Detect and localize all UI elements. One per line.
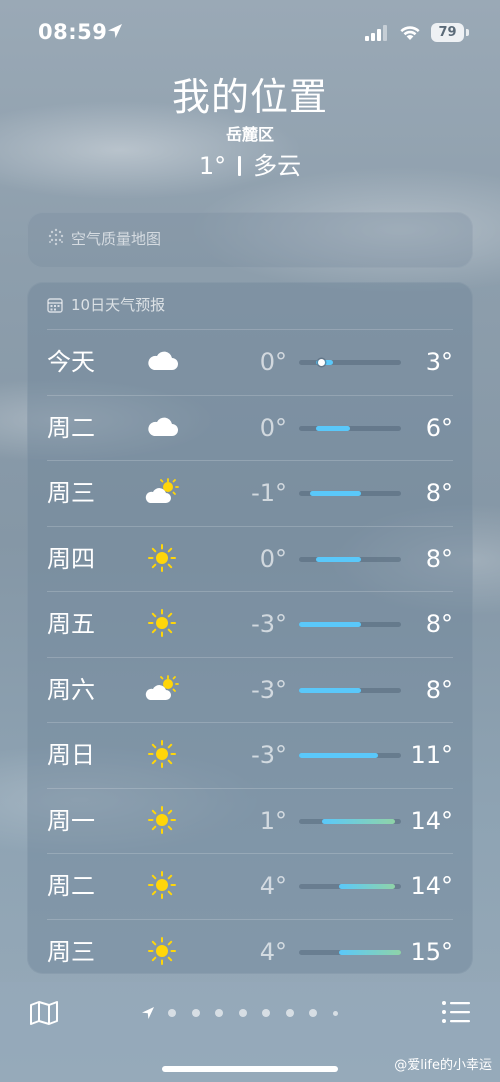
cellular-signal-icon bbox=[365, 25, 387, 41]
temperature-range-bar bbox=[316, 425, 350, 431]
forecast-row[interactable]: 周二 0° 6° bbox=[47, 394, 453, 461]
temperature-range-bar bbox=[316, 556, 362, 562]
high-temperature: 15° bbox=[410, 937, 453, 966]
forecast-title: 10日天气预报 bbox=[71, 296, 166, 314]
high-temperature: 8° bbox=[425, 610, 453, 638]
day-label: 周三 bbox=[47, 479, 95, 507]
temperature-range-bar bbox=[299, 622, 362, 627]
page-indicator[interactable] bbox=[140, 1004, 370, 1022]
air-quality-map-label: 空气质量地图 bbox=[71, 230, 162, 248]
page-dot[interactable] bbox=[262, 1009, 270, 1017]
day-label: 周一 bbox=[47, 806, 95, 835]
wifi-icon bbox=[400, 26, 420, 40]
day-label: 周二 bbox=[47, 872, 95, 900]
day-label: 周日 bbox=[47, 741, 95, 769]
battery-nub bbox=[466, 29, 469, 36]
forecast-row[interactable]: 周日 -3° 11° bbox=[47, 722, 453, 788]
page-dot[interactable] bbox=[309, 1009, 317, 1017]
forecast-row[interactable]: 周四 0° 8° bbox=[47, 525, 453, 592]
current-condition: 多云 bbox=[253, 152, 302, 180]
high-temperature: 3° bbox=[425, 348, 453, 376]
high-temperature: 14° bbox=[410, 806, 453, 835]
partly-cloudy-icon bbox=[145, 477, 179, 507]
watermark-text: @爱life的小幸运 bbox=[394, 1058, 492, 1073]
forecast-row[interactable]: 周三 4° 15° bbox=[47, 918, 453, 985]
calendar-icon bbox=[47, 298, 63, 313]
low-temperature: 1° bbox=[259, 806, 287, 835]
sunny-icon bbox=[145, 608, 179, 638]
partly-cloudy-icon bbox=[145, 674, 179, 704]
day-label: 周四 bbox=[47, 544, 95, 573]
location-header: 我的位置 岳麓区 1° 多云 bbox=[0, 70, 500, 184]
home-indicator[interactable] bbox=[162, 1066, 338, 1072]
status-time: 08:59 bbox=[38, 20, 108, 44]
page-dot[interactable] bbox=[332, 1010, 338, 1016]
location-arrow-icon bbox=[108, 24, 122, 38]
temperature-range-bar bbox=[299, 687, 362, 693]
high-temperature: 8° bbox=[425, 544, 453, 573]
forecast-row[interactable]: 周三 -1° 8° bbox=[47, 460, 453, 526]
sunny-icon bbox=[145, 739, 179, 769]
forecast-row[interactable]: 今天 0° 3° bbox=[47, 329, 453, 395]
sunny-icon bbox=[145, 936, 179, 966]
temperature-range-bar bbox=[299, 753, 379, 758]
page-dot[interactable] bbox=[238, 1009, 247, 1017]
day-label: 今天 bbox=[47, 348, 95, 376]
page-dot[interactable] bbox=[215, 1009, 223, 1017]
low-temperature: -3° bbox=[251, 675, 287, 704]
list-icon[interactable] bbox=[441, 1000, 471, 1024]
low-temperature: -1° bbox=[251, 479, 287, 507]
day-label: 周五 bbox=[47, 610, 95, 638]
low-temperature: -3° bbox=[251, 741, 287, 769]
air-quality-map-card[interactable]: 空气质量地图 bbox=[27, 212, 473, 268]
day-label: 周三 bbox=[47, 937, 95, 966]
sunny-icon bbox=[145, 870, 179, 900]
high-temperature: 8° bbox=[425, 479, 453, 507]
high-temperature: 6° bbox=[425, 413, 453, 442]
sunny-icon bbox=[145, 543, 179, 573]
page-dot[interactable] bbox=[168, 1009, 176, 1017]
current-summary: 1° 多云 bbox=[0, 148, 500, 184]
cloudy-icon bbox=[145, 346, 179, 376]
low-temperature: 0° bbox=[259, 348, 287, 376]
low-temperature: 4° bbox=[259, 872, 287, 900]
status-bar: 08:59 79 bbox=[0, 0, 500, 66]
high-temperature: 8° bbox=[425, 675, 453, 704]
high-temperature: 11° bbox=[410, 741, 453, 769]
current-temperature: 1° bbox=[198, 152, 227, 180]
sunny-icon bbox=[145, 805, 179, 835]
forecast-rows: 今天 0° 3° 周二 0° 6° 周三 -1° 8° 周四 0° 8° 周五 -3° 8° 周六 -3° 8° 周… bbox=[47, 329, 453, 984]
forecast-row[interactable]: 周五 -3° 8° bbox=[47, 591, 453, 657]
summary-separator bbox=[238, 156, 242, 176]
low-temperature: 0° bbox=[259, 544, 287, 573]
day-label: 周六 bbox=[47, 675, 95, 704]
page-dot[interactable] bbox=[285, 1009, 294, 1017]
location-title: 我的位置 bbox=[171, 75, 328, 119]
low-temperature: -3° bbox=[251, 610, 287, 638]
forecast-row[interactable]: 周一 1° 14° bbox=[47, 787, 453, 854]
map-icon[interactable] bbox=[29, 1000, 59, 1026]
forecast-row[interactable]: 周六 -3° 8° bbox=[47, 656, 453, 723]
page-dot[interactable] bbox=[191, 1009, 200, 1017]
temperature-range-bar bbox=[310, 491, 362, 496]
low-temperature: 4° bbox=[259, 937, 287, 966]
battery-indicator: 79 bbox=[431, 23, 464, 42]
low-temperature: 0° bbox=[259, 413, 287, 442]
current-location-arrow-icon bbox=[142, 1007, 154, 1019]
day-label: 周二 bbox=[47, 413, 95, 442]
cloudy-icon bbox=[145, 412, 179, 442]
forecast-row[interactable]: 周二 4° 14° bbox=[47, 853, 453, 919]
ten-day-forecast-card: 10日天气预报 今天 0° 3° 周二 0° 6° 周三 -1° 8° 周四 0° 8° 周五 -3° 8°… bbox=[27, 282, 473, 974]
district-label: 岳麓区 bbox=[225, 125, 274, 144]
high-temperature: 14° bbox=[410, 872, 453, 900]
air-quality-map-icon bbox=[48, 228, 64, 246]
